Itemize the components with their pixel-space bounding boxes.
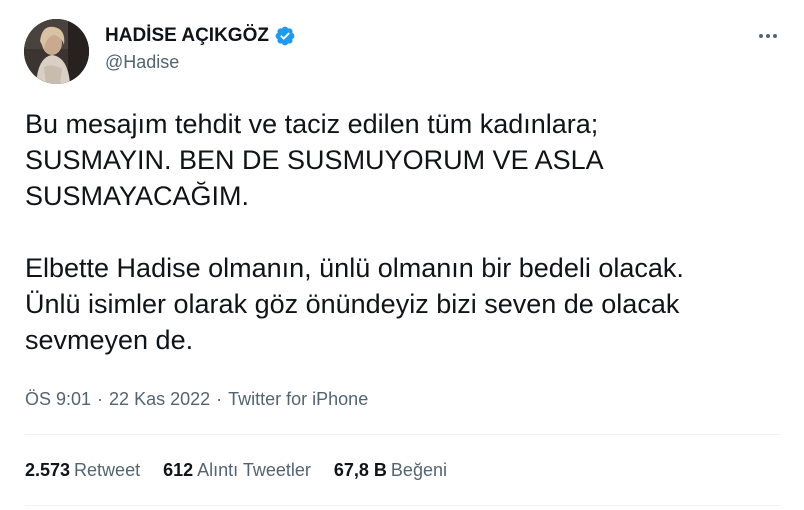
retweets-stat[interactable]: 2.573 Retweet bbox=[25, 460, 140, 481]
divider bbox=[25, 434, 780, 435]
author-info: HADİSE AÇIKGÖZ @Hadise bbox=[105, 24, 296, 73]
avatar-image bbox=[24, 19, 89, 84]
divider bbox=[25, 505, 780, 506]
tweet-source[interactable]: Twitter for iPhone bbox=[228, 389, 368, 410]
retweets-count: 2.573 bbox=[25, 460, 71, 480]
likes-stat[interactable]: 67,8 B Beğeni bbox=[334, 460, 447, 481]
user-handle[interactable]: @Hadise bbox=[105, 52, 296, 73]
quotes-stat[interactable]: 612 Alıntı Tweetler bbox=[163, 460, 311, 481]
quotes-label: Alıntı Tweetler bbox=[197, 460, 311, 480]
retweets-label: Retweet bbox=[74, 460, 141, 480]
tweet-date[interactable]: 22 Kas 2022 bbox=[109, 389, 210, 410]
tweet-time[interactable]: ÖS 9:01 bbox=[25, 389, 91, 410]
display-name[interactable]: HADİSE AÇIKGÖZ bbox=[105, 25, 269, 47]
likes-count: 67,8 B bbox=[333, 460, 387, 480]
quotes-count: 612 bbox=[163, 460, 194, 480]
meta-separator: · bbox=[216, 389, 223, 409]
more-options-button[interactable] bbox=[756, 28, 780, 44]
verified-badge-icon bbox=[274, 25, 296, 47]
tweet-card: HADİSE AÇIKGÖZ @Hadise Bu mesajım tehdit… bbox=[0, 0, 804, 510]
tweet-stats: 2.573 Retweet 612 Alıntı Tweetler 67,8 B Be… bbox=[25, 460, 470, 481]
tweet-text: Bu mesajım tehdit ve taciz edilen tüm ka… bbox=[25, 106, 785, 358]
tweet-metadata: ÖS 9:01 · 22 Kas 2022 · Twitter for iPho… bbox=[25, 389, 368, 410]
tweet-paragraph: Elbette Hadise olmanın, ünlü olmanın bir… bbox=[25, 253, 684, 355]
tweet-paragraph: Bu mesajım tehdit ve taciz edilen tüm ka… bbox=[25, 109, 604, 211]
avatar[interactable] bbox=[24, 19, 89, 84]
meta-separator: · bbox=[97, 389, 104, 409]
more-horizontal-icon bbox=[759, 34, 763, 38]
likes-label: Beğeni bbox=[390, 460, 447, 480]
